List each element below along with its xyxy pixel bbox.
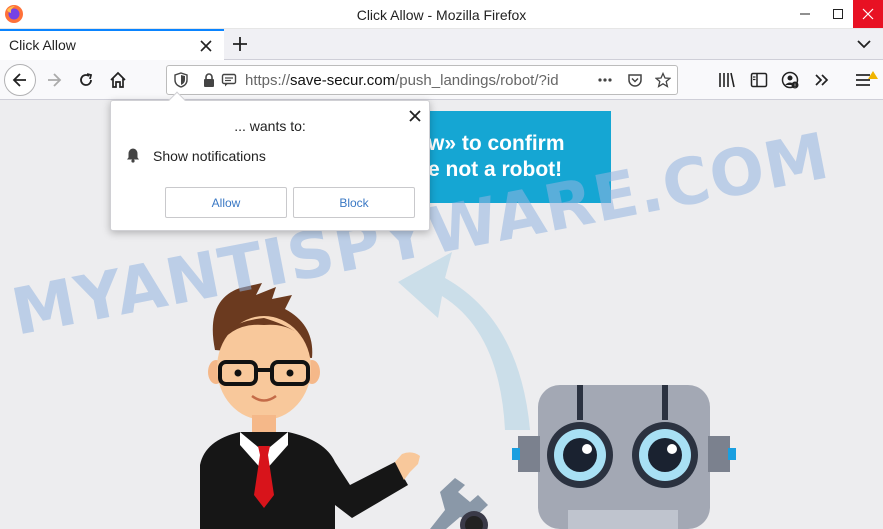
overflow-icon[interactable] — [813, 71, 831, 89]
url-host: save-secur.com — [290, 72, 396, 89]
close-icon — [862, 8, 874, 20]
navigation-toolbar: https://save-secur.com/push_landings/rob… — [0, 60, 883, 100]
chevron-down-icon[interactable] — [854, 36, 874, 52]
library-icon[interactable] — [718, 71, 736, 89]
allow-button[interactable]: Allow — [165, 187, 287, 218]
menu-icon[interactable] — [854, 71, 878, 89]
block-button[interactable]: Block — [293, 187, 415, 218]
address-bar[interactable]: https://save-secur.com/push_landings/rob… — [166, 65, 678, 95]
url-text[interactable]: https://save-secur.com/push_landings/rob… — [245, 72, 589, 89]
minimize-button[interactable] — [790, 0, 820, 28]
close-window-button[interactable] — [853, 0, 883, 28]
permission-label: Show notifications — [153, 148, 266, 164]
home-icon — [110, 71, 126, 88]
title-bar: Click Allow - Mozilla Firefox — [0, 0, 883, 29]
forward-button[interactable] — [38, 64, 70, 96]
url-scheme: https:// — [245, 72, 291, 89]
svg-text:!: ! — [794, 83, 796, 89]
sidebar-icon[interactable] — [750, 71, 768, 89]
star-icon[interactable] — [655, 72, 671, 88]
notification-permission-icon[interactable] — [221, 72, 237, 88]
shield-icon[interactable] — [173, 72, 189, 88]
home-button[interactable] — [102, 64, 134, 96]
maximize-button[interactable] — [823, 0, 853, 28]
minimize-icon — [800, 13, 810, 15]
bell-icon — [127, 148, 139, 163]
lock-icon[interactable] — [201, 72, 217, 88]
back-arrow-icon — [12, 73, 26, 87]
reload-icon — [80, 73, 93, 86]
pocket-icon[interactable] — [627, 72, 643, 88]
reload-button[interactable] — [70, 64, 102, 96]
tab-click-allow[interactable]: Click Allow — [0, 29, 224, 60]
window-title: Click Allow - Mozilla Firefox — [356, 7, 527, 23]
url-path: /push_landings/robot/?id — [395, 72, 559, 89]
account-icon[interactable]: ! — [781, 71, 799, 89]
close-icon[interactable] — [408, 109, 422, 123]
forward-arrow-icon — [48, 73, 62, 87]
back-button[interactable] — [4, 64, 36, 96]
close-icon[interactable] — [198, 38, 214, 54]
notification-permission-popup: ... wants to: Show notifications Allow B… — [110, 91, 430, 231]
tab-bar: Click Allow — [0, 29, 883, 60]
plus-icon[interactable] — [230, 34, 250, 54]
maximize-icon — [833, 9, 843, 19]
popup-heading: ... wants to: — [234, 118, 306, 134]
page-actions-icon[interactable] — [597, 72, 613, 88]
tab-title: Click Allow — [9, 37, 76, 53]
